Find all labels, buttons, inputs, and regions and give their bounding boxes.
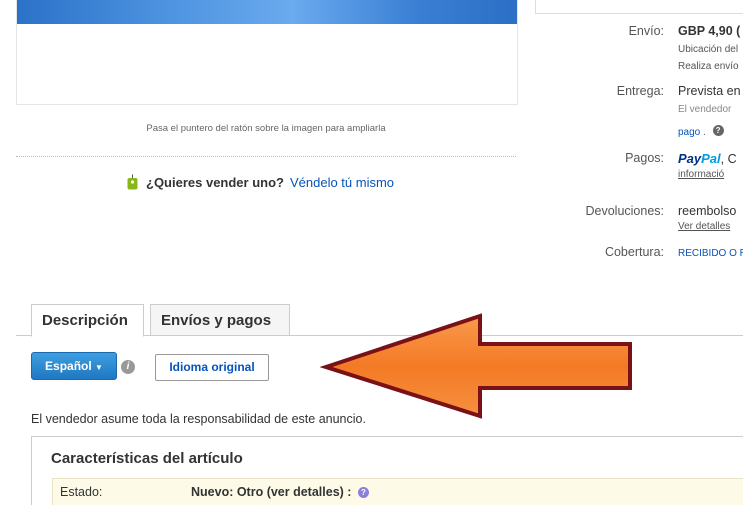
original-language-button[interactable]: Idioma original: [155, 354, 269, 381]
condition-value: Nuevo: Otro (ver detalles) : ?: [191, 485, 369, 499]
payments-info-link[interactable]: informació: [678, 169, 724, 180]
info-icon[interactable]: i: [121, 360, 135, 374]
delivery-value: Prevista en: [678, 84, 741, 98]
coverage-value[interactable]: RECIBIDO O R: [678, 248, 743, 259]
help-icon[interactable]: ?: [357, 487, 369, 499]
returns-label: Devoluciones:: [585, 204, 664, 218]
delivery-label: Entrega:: [616, 84, 664, 98]
product-image[interactable]: [17, 0, 517, 24]
divider: [16, 156, 516, 157]
delivery-pay-row: pago . ?: [678, 122, 724, 140]
seller-responsibility-note: El vendedor asume toda la responsabilida…: [31, 412, 366, 426]
tab-shipping-payments[interactable]: Envíos y pagos: [150, 304, 290, 335]
delivery-pay-link[interactable]: pago: [678, 127, 700, 138]
shipping-value: GBP 4,90 (: [678, 24, 741, 38]
annotation-arrow: [320, 313, 632, 419]
delivery-seller: El vendedor: [678, 104, 732, 115]
caret-down-icon: ▼: [95, 363, 103, 372]
language-dropdown[interactable]: Español ▼: [31, 352, 117, 380]
price-tag-icon: [127, 174, 138, 190]
condition-label: Estado:: [60, 485, 103, 499]
product-image-frame[interactable]: [16, 0, 518, 105]
condition-row: [52, 478, 743, 505]
returns-value: reembolso: [678, 204, 737, 218]
sell-question: ¿Quieres vender uno?: [146, 174, 284, 190]
tab-description[interactable]: Descripción: [31, 304, 144, 337]
price-box-edge: [535, 0, 743, 14]
sell-one-row: ¿Quieres vender uno? Véndelo tú mismo: [127, 174, 394, 190]
image-hover-hint: Pasa el puntero del ratón sobre la image…: [146, 123, 386, 134]
help-icon[interactable]: ?: [712, 125, 724, 137]
shipping-location: Ubicación del: [678, 44, 739, 55]
coverage-label: Cobertura:: [604, 245, 664, 259]
sell-it-yourself-link[interactable]: Véndelo tú mismo: [290, 175, 394, 190]
characteristics-title: Características del artículo: [51, 450, 243, 467]
paypal-logo: PayPal, C: [678, 151, 737, 166]
returns-details-link[interactable]: Ver detalles: [678, 221, 730, 232]
shipping-label: Envío:: [628, 24, 664, 38]
shipping-note: Realiza envío: [678, 61, 739, 72]
payments-label: Pagos:: [625, 151, 664, 165]
